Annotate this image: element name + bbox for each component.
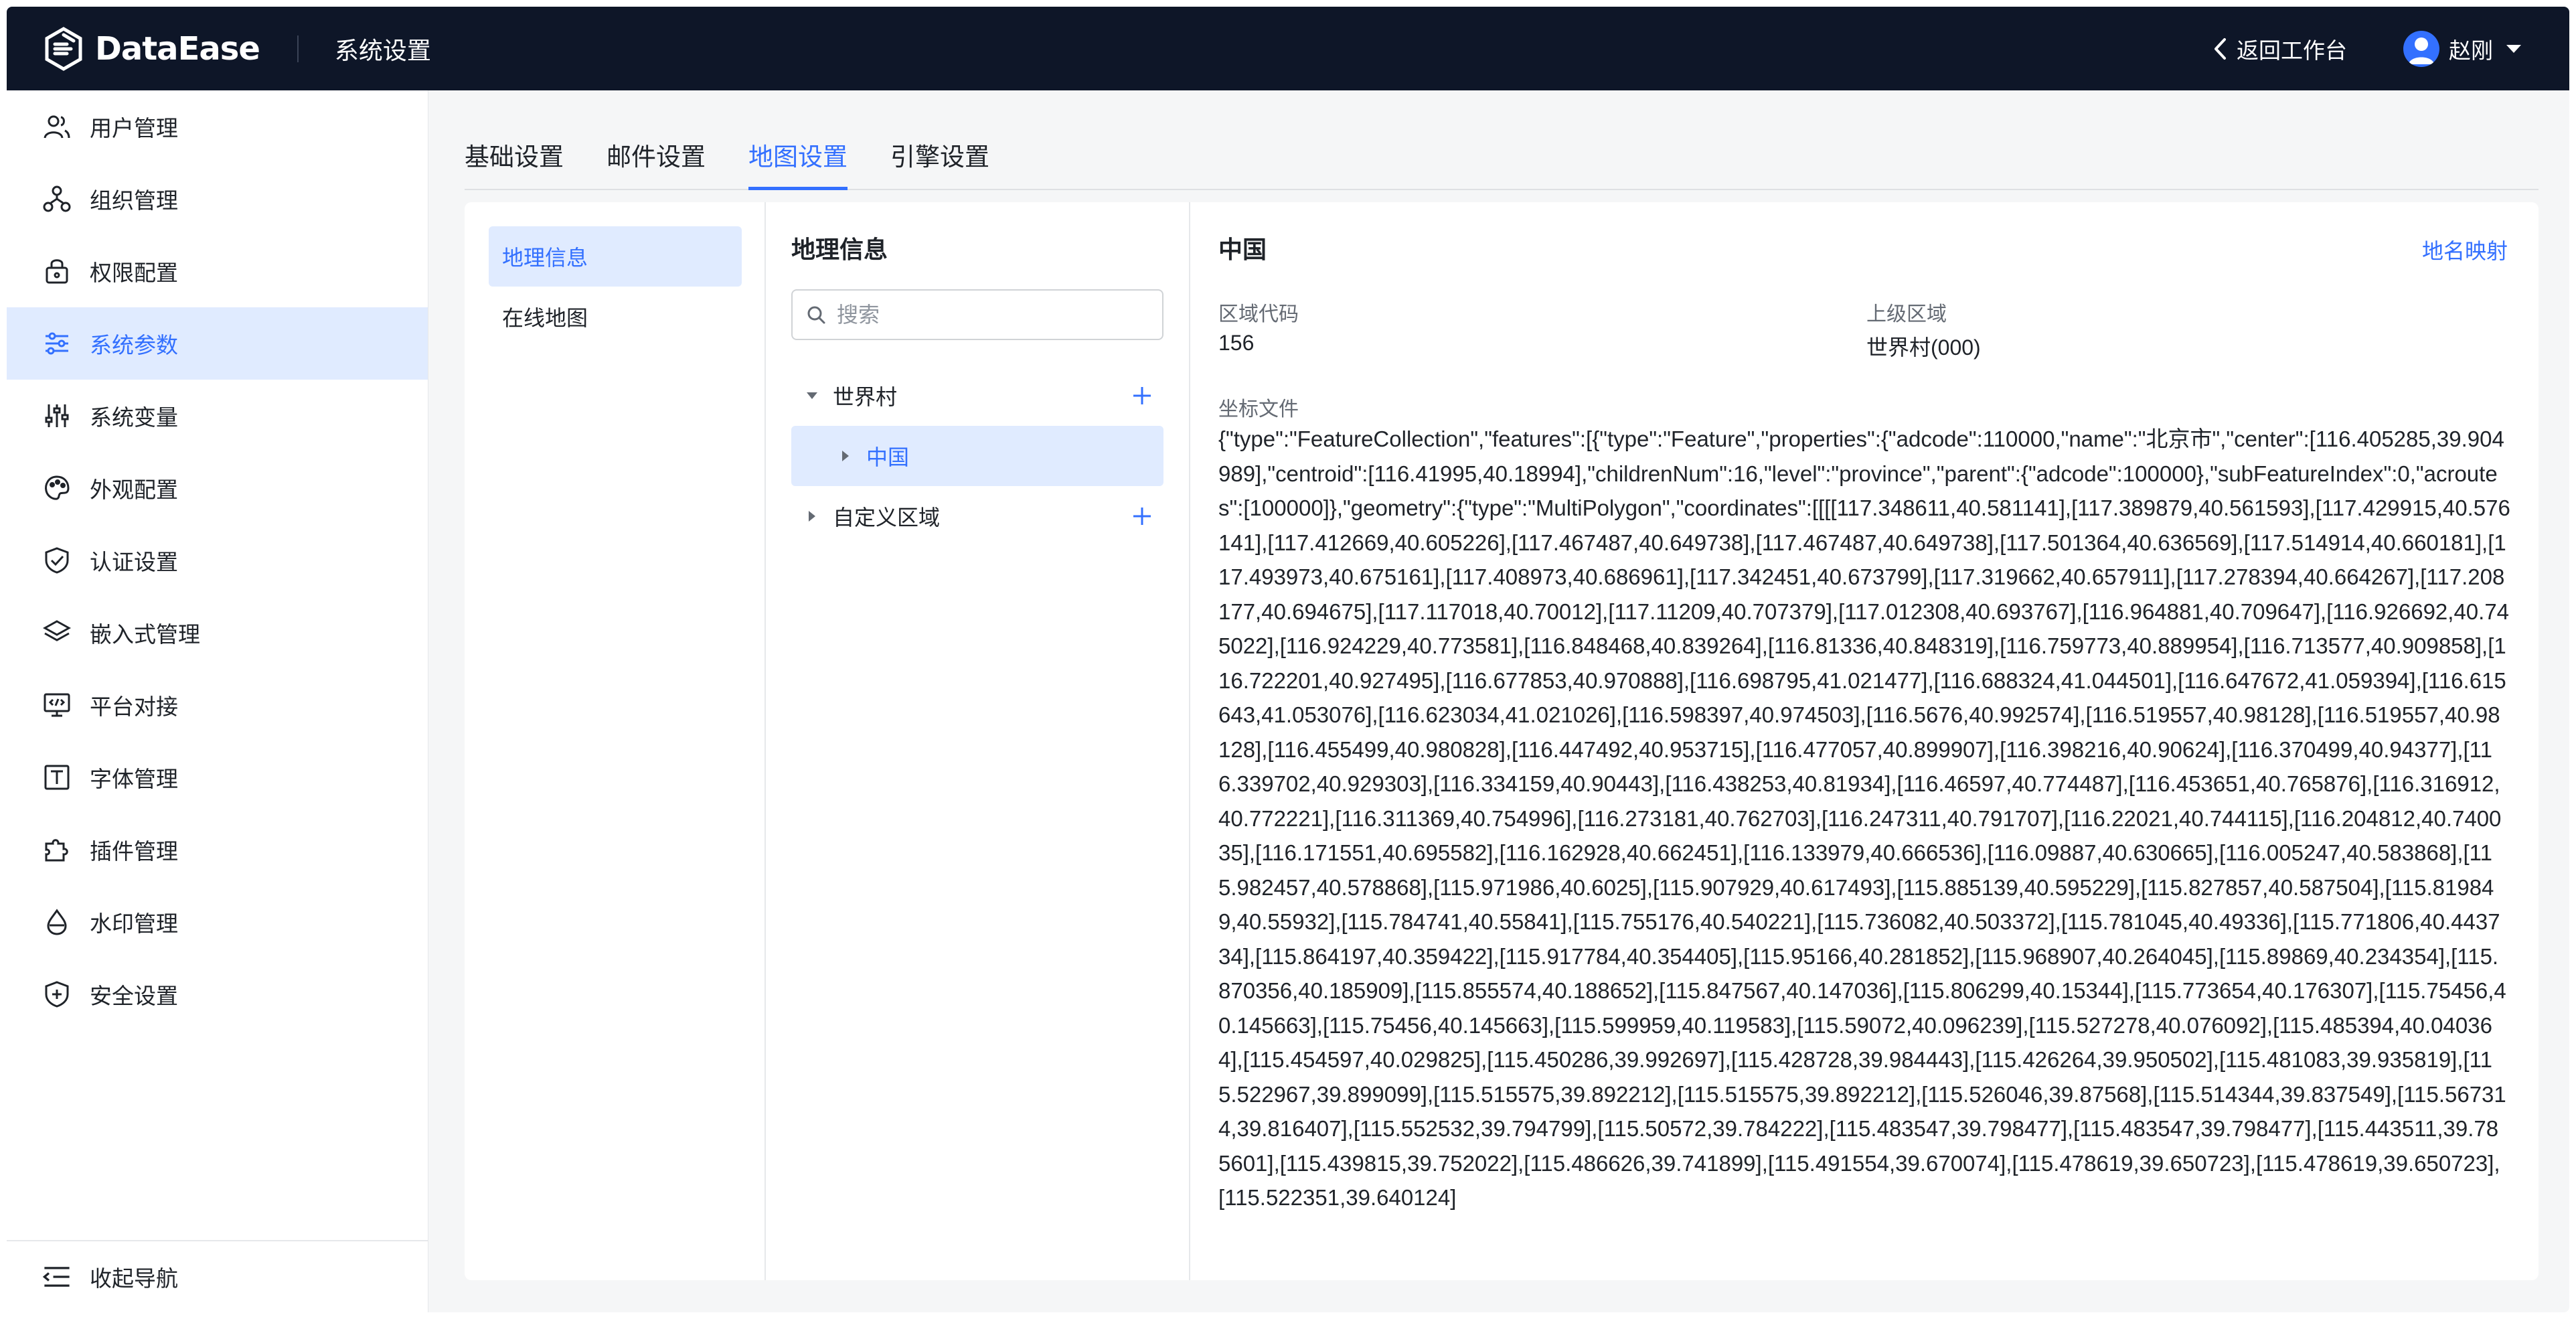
logo[interactable]: DataEase [42,26,260,71]
sidebar: 用户管理 组织管理 权限配置 系统参数 系统变量 外观配置 认证设置 嵌入式管理… [7,90,428,1312]
sidebar-item-watermark[interactable]: 水印管理 [7,886,428,958]
tree-node-custom-area[interactable]: 自定义区域 [791,486,1163,546]
sidebar-item-system-params[interactable]: 系统参数 [7,307,428,380]
puzzle-icon [42,834,72,865]
user-menu[interactable]: 赵刚 [2403,30,2522,67]
map-submenu: 地理信息 在线地图 [465,202,766,1280]
region-detail-panel: 中国 地名映射 区域代码 156 上级区域 世界村(000) 坐标文件 {"ty… [1192,202,2539,1280]
page-title: 系统设置 [334,36,431,64]
search-box[interactable] [791,289,1163,340]
sidebar-item-appearance[interactable]: 外观配置 [7,452,428,524]
sidebar-item-label: 平台对接 [90,694,178,719]
back-label: 返回工作台 [2237,37,2347,63]
dataease-logo-icon [45,26,82,71]
add-child-button[interactable] [1131,378,1153,414]
sidebar-item-label: 水印管理 [90,911,178,936]
area-code-value: 156 [1218,331,1255,355]
sidebar-item-label: 安全设置 [90,984,178,1008]
droplet-icon [42,907,72,937]
search-icon [807,306,825,324]
submenu-online-map[interactable]: 在线地图 [489,287,742,347]
map-settings-panel: 地理信息 在线地图 地理信息 世界村 中国 [465,202,2539,1280]
parent-region-value: 世界村(000) [1866,335,1981,360]
plus-icon [1133,507,1151,525]
org-tree-icon [42,183,72,214]
collapse-menu-icon [42,1267,70,1287]
sidebar-item-org[interactable]: 组织管理 [7,163,428,235]
caret-down-icon [807,392,817,399]
sidebar-item-permissions[interactable]: 权限配置 [7,235,428,307]
geo-panel-title: 地理信息 [791,236,888,263]
sidebar-item-label: 系统变量 [90,405,178,430]
settings-tabs: 基础设置 邮件设置 地图设置 引擎设置 [465,121,2539,190]
submenu-geo-info[interactable]: 地理信息 [489,226,742,287]
parent-region-label: 上级区域 [1866,303,1947,325]
coord-file-content: {"type":"FeatureCollection","features":[… [1218,426,2510,1210]
layers-icon [42,617,72,648]
plus-icon [1133,386,1151,404]
sidebar-item-label: 插件管理 [90,839,178,864]
tab-map[interactable]: 地图设置 [748,137,848,190]
sidebar-item-fonts[interactable]: 字体管理 [7,741,428,813]
collapse-nav-label: 收起导航 [90,1266,178,1291]
app-window: DataEase 系统设置 返回工作台 赵刚 用户管理 组织管理 权限配置 系统… [7,7,2569,1312]
variables-icon [42,400,72,431]
back-to-workbench-button[interactable]: 返回工作台 [2212,33,2347,65]
sidebar-item-security[interactable]: 安全设置 [7,958,428,1030]
lock-icon [42,256,72,287]
sidebar-item-label: 嵌入式管理 [90,622,200,647]
coord-file-label: 坐标文件 [1218,398,1299,420]
sidebar-item-plugins[interactable]: 插件管理 [7,813,428,886]
sidebar-item-label: 权限配置 [90,260,178,285]
tree-node-label: 自定义区域 [833,506,941,530]
top-header: DataEase 系统设置 返回工作台 赵刚 [7,7,2569,90]
caret-down-icon [2506,44,2521,53]
tab-engine[interactable]: 引擎设置 [890,137,989,189]
caret-right-icon [842,451,849,461]
tree-node-world-village[interactable]: 世界村 [791,366,1163,426]
region-title: 中国 [1218,236,1267,263]
add-child-button[interactable] [1131,498,1153,535]
sidebar-item-auth[interactable]: 认证设置 [7,524,428,597]
area-code-label: 区域代码 [1218,303,1299,325]
font-icon [42,762,72,793]
user-name: 赵刚 [2449,37,2493,63]
shield-plus-icon [42,979,72,1010]
user-avatar-icon [2409,37,2434,64]
place-name-mapping-link[interactable]: 地名映射 [2422,234,2508,265]
collapse-nav-button[interactable]: 收起导航 [7,1240,428,1312]
sidebar-item-label: 字体管理 [90,767,178,791]
sliders-icon [42,328,72,359]
sidebar-item-system-variables[interactable]: 系统变量 [7,380,428,452]
monitor-code-icon [42,690,72,720]
sidebar-item-users[interactable]: 用户管理 [7,90,428,163]
search-input[interactable] [837,302,1145,327]
caret-right-icon [809,511,815,522]
sidebar-item-label: 用户管理 [90,116,178,141]
shield-check-icon [42,545,72,576]
palette-icon [42,473,72,503]
users-icon [42,111,72,142]
header-divider [297,35,299,62]
tree-node-label: 世界村 [833,385,898,409]
chevron-left-icon [2215,37,2226,60]
avatar [2403,30,2439,67]
tab-basic[interactable]: 基础设置 [465,137,564,189]
sidebar-item-platform[interactable]: 平台对接 [7,669,428,741]
sidebar-item-embedded[interactable]: 嵌入式管理 [7,597,428,669]
sidebar-item-label: 认证设置 [90,550,178,574]
tree-node-china[interactable]: 中国 [791,426,1163,486]
sidebar-item-label: 系统参数 [90,333,178,358]
logo-text: DataEase [95,29,260,68]
geo-tree-panel: 地理信息 世界村 中国 自定义区域 [767,202,1190,1280]
sidebar-item-label: 外观配置 [90,477,178,502]
tree-node-label: 中国 [866,445,910,469]
sidebar-item-label: 组织管理 [90,188,178,213]
tab-email[interactable]: 邮件设置 [607,137,706,189]
